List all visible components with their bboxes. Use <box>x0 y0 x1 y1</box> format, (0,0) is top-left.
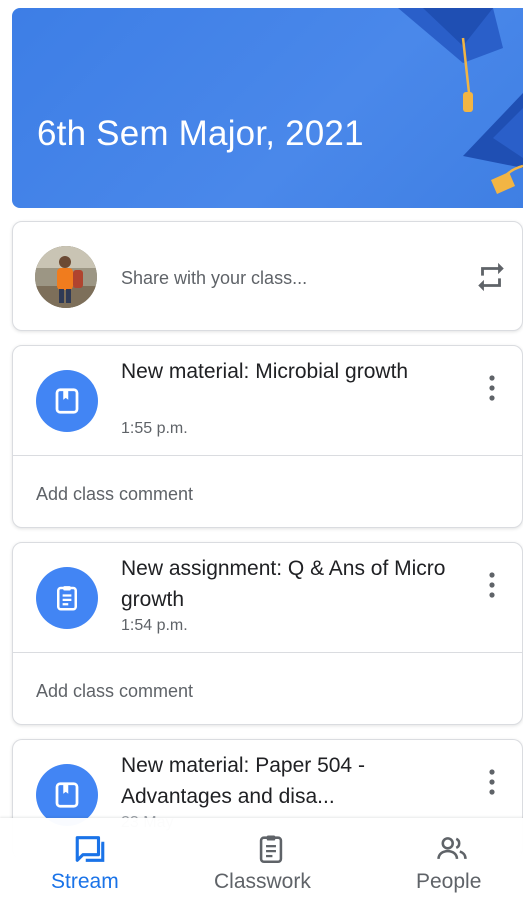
share-card[interactable]: Share with your class... <box>12 221 523 331</box>
post-title: New material: Microbial growth <box>121 360 409 383</box>
tab-classwork[interactable]: Classwork <box>200 818 340 904</box>
bottom-navigation: Stream Classwork People <box>0 818 523 904</box>
stream-page: 6th Sem Major, 2021 Share with your clas… <box>0 0 523 904</box>
class-banner[interactable]: 6th Sem Major, 2021 <box>12 8 523 208</box>
user-avatar <box>35 246 97 308</box>
post-time: 1:54 p.m. <box>121 617 188 634</box>
graduation-cap-illustration <box>398 8 523 194</box>
stream-post[interactable]: New material: Microbial growth 1:55 p.m.… <box>12 345 523 528</box>
post-header[interactable]: New material: Microbial growth 1:55 p.m. <box>13 346 522 456</box>
more-options-icon[interactable] <box>480 766 504 798</box>
people-icon <box>437 837 467 860</box>
tab-people-label: People <box>416 870 482 893</box>
add-comment-button[interactable]: Add class comment <box>36 681 193 702</box>
class-title: 6th Sem Major, 2021 <box>37 114 364 153</box>
post-header[interactable]: New assignment: Q & Ans of Micro growth … <box>13 543 522 653</box>
stream-post[interactable]: New assignment: Q & Ans of Micro growth … <box>12 542 523 725</box>
tab-stream[interactable]: Stream <box>40 818 140 904</box>
post-title: New material: Paper 504 - Advantages and… <box>121 754 365 808</box>
divider <box>13 652 522 653</box>
post-title: New assignment: Q & Ans of Micro growth <box>121 557 446 611</box>
assignment-clipboard-icon <box>36 567 98 629</box>
share-input[interactable]: Share with your class... <box>121 268 307 289</box>
classwork-clipboard-icon <box>259 835 283 864</box>
more-options-icon[interactable] <box>480 372 504 404</box>
material-book-icon <box>36 370 98 432</box>
material-book-icon <box>36 764 98 826</box>
tab-people[interactable]: People <box>395 818 505 904</box>
divider <box>13 455 522 456</box>
post-time: 1:55 p.m. <box>121 420 188 437</box>
stream-icon <box>75 836 105 862</box>
tab-classwork-label: Classwork <box>214 870 311 893</box>
more-options-icon[interactable] <box>480 569 504 601</box>
tab-stream-label: Stream <box>51 870 119 893</box>
repost-icon[interactable] <box>474 260 508 294</box>
add-comment-button[interactable]: Add class comment <box>36 484 193 505</box>
